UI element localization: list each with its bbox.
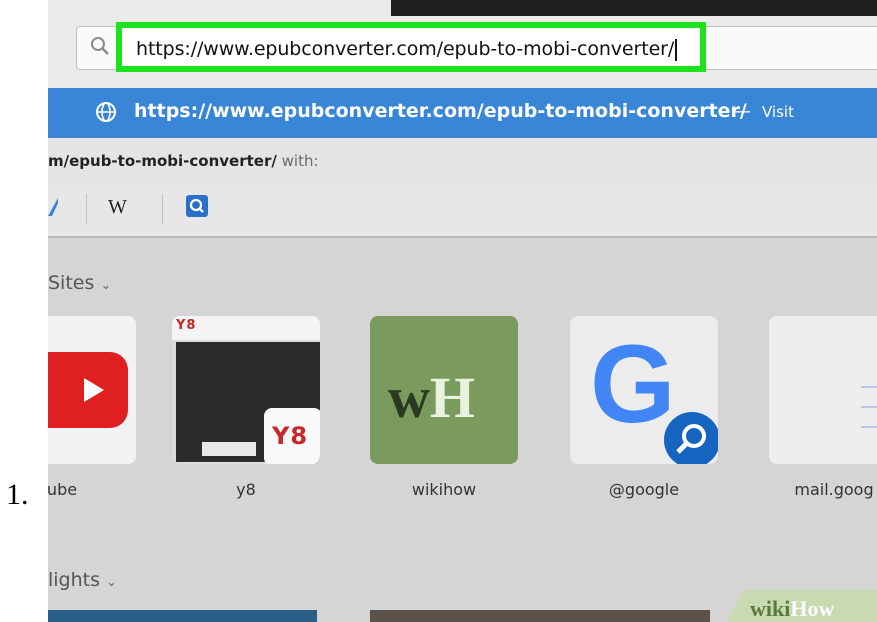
search-with-suffix: with: — [281, 152, 319, 170]
toolbar: https://www.epubconverter.com/epub-to-mo… — [48, 0, 877, 88]
watermark-text: wikiHow — [750, 596, 834, 622]
top-site-tile-youtube[interactable] — [48, 316, 136, 464]
highlight-card[interactable] — [370, 610, 710, 622]
tile-label-google: @google — [608, 480, 680, 499]
wikihow-logo: wH — [388, 364, 475, 431]
y8-thumbnail-header: Y8 — [172, 316, 320, 340]
tile-label-youtube: ube — [48, 480, 78, 499]
chevron-down-icon: ⌄ — [106, 575, 117, 590]
youtube-icon — [48, 352, 128, 428]
wikihow-logo-w: w — [388, 365, 430, 430]
url-input-highlight[interactable]: https://www.epubconverter.com/epub-to-mo… — [116, 22, 706, 72]
partial-engine-icon[interactable] — [48, 198, 58, 216]
chevron-down-icon: ⌄ — [100, 278, 112, 293]
highlight-card[interactable] — [48, 610, 317, 622]
top-site-tile-google[interactable]: G — [570, 316, 718, 464]
y8-favicon: Y8 — [264, 408, 320, 464]
top-site-tile-wikihow[interactable]: wH — [370, 316, 518, 464]
suggestion-separator: — — [733, 101, 751, 122]
step-number: 1. — [6, 478, 29, 511]
browser-screenshot: https://www.epubconverter.com/epub-to-mo… — [48, 0, 877, 622]
mail-thumbnail-line — [861, 386, 877, 388]
tile-label-wikihow: wikihow — [411, 480, 477, 499]
globe-icon — [96, 102, 116, 122]
tab-strip — [391, 0, 877, 16]
text-caret — [675, 38, 678, 61]
search-engine-row: W — [48, 184, 877, 238]
url-input[interactable]: https://www.epubconverter.com/epub-to-mo… — [136, 38, 678, 61]
search-with-row: m/epub-to-mobi-converter/ with: — [48, 138, 877, 185]
highlights-title: lights — [48, 569, 101, 591]
y8-thumbnail-strip — [202, 442, 256, 456]
search-icon — [91, 37, 109, 55]
url-suggestion-row[interactable]: https://www.epubconverter.com/epub-to-mo… — [48, 88, 877, 138]
suggestion-url: https://www.epubconverter.com/epub-to-mo… — [134, 100, 747, 122]
top-sites-heading[interactable]: Sites ⌄ — [48, 272, 111, 294]
highlights-heading[interactable]: lights ⌄ — [48, 569, 117, 591]
top-site-tile-mail[interactable] — [769, 316, 877, 464]
search-with-url: m/epub-to-mobi-converter/ — [48, 152, 277, 170]
play-icon — [84, 378, 104, 402]
wikipedia-icon[interactable]: W — [108, 196, 127, 219]
y8-favicon-text: Y8 — [272, 422, 309, 450]
google-logo: G — [590, 323, 676, 446]
y8-logo: Y8 — [176, 318, 197, 333]
mail-thumbnail-line — [861, 406, 877, 408]
tile-label-y8: y8 — [236, 480, 256, 499]
engine-divider — [86, 194, 87, 224]
top-site-tile-y8[interactable]: Y8 Y8 — [172, 316, 320, 464]
wikihow-watermark: wikiHow — [722, 590, 877, 622]
tile-label-mail: mail.goog — [794, 480, 874, 499]
watermark-how: How — [790, 596, 835, 621]
search-icon — [189, 198, 204, 213]
mail-thumbnail-line — [861, 426, 877, 428]
wikihow-logo-h: H — [429, 365, 476, 430]
search-icon — [664, 412, 718, 464]
engine-divider — [162, 194, 163, 224]
search-engine-button[interactable] — [186, 195, 208, 217]
watermark-wiki: wiki — [750, 596, 791, 621]
url-value: https://www.epubconverter.com/epub-to-mo… — [136, 38, 675, 60]
top-sites-title: Sites — [48, 272, 95, 294]
suggestion-visit-label: Visit — [762, 103, 794, 121]
search-with-text: m/epub-to-mobi-converter/ with: — [48, 152, 319, 170]
